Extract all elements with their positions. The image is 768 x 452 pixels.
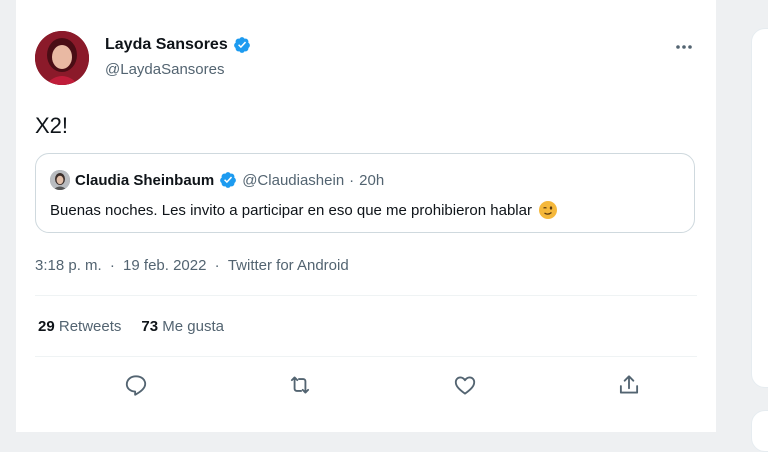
likes-stat[interactable]: 73 Me gusta [141, 318, 224, 335]
retweets-stat[interactable]: 29 Retweets [38, 318, 121, 335]
author-name[interactable]: Layda Sansores [105, 36, 228, 54]
divider [35, 356, 697, 357]
share-icon[interactable] [616, 372, 642, 398]
meta-separator: · [109, 257, 115, 274]
retweets-label: Retweets [58, 318, 122, 335]
tweet-source[interactable]: Twitter for Android [228, 257, 349, 274]
likes-label: Me gusta [162, 318, 224, 335]
tweet-card: Layda Sansores @LaydaSansores X2! Claudi… [16, 0, 716, 432]
quoted-author-name: Claudia Sheinbaum [75, 171, 215, 189]
tweet-text: X2! [35, 113, 69, 138]
retweet-icon[interactable] [287, 372, 313, 398]
like-icon[interactable] [452, 372, 478, 398]
quoted-separator: · [349, 171, 355, 189]
likes-count: 73 [141, 318, 159, 335]
tweet-time[interactable]: 3:18 p. m. [35, 257, 102, 274]
author-name-row[interactable]: Layda Sansores [105, 36, 251, 54]
more-horizontal-icon [676, 45, 692, 49]
quoted-author-avatar [50, 170, 70, 190]
tweet-meta: 3:18 p. m. · 19 feb. 2022 · Twitter for … [35, 257, 349, 274]
quoted-tweet-body: Buenas noches. Les invito a participar e… [50, 200, 558, 220]
quoted-verified-badge-icon [220, 172, 237, 188]
sidebar-panel [751, 28, 768, 388]
quoted-tweet-header: Claudia Sheinbaum @Claudiashein · 20h [50, 170, 384, 190]
quoted-age: 20h [359, 171, 385, 189]
verified-badge-icon [233, 37, 250, 53]
reply-icon[interactable] [123, 372, 149, 398]
divider [35, 295, 697, 296]
tweet-date[interactable]: 19 feb. 2022 [123, 257, 206, 274]
more-options-button[interactable] [674, 36, 694, 57]
tweet-stats: 29 Retweets 73 Me gusta [38, 318, 224, 335]
retweets-count: 29 [38, 318, 55, 335]
quoted-tweet-text: Buenas noches. Les invito a participar e… [50, 201, 532, 219]
author-handle[interactable]: @LaydaSansores [105, 61, 224, 78]
quoted-tweet[interactable]: Claudia Sheinbaum @Claudiashein · 20h Bu… [35, 153, 695, 233]
tweet-actions [35, 364, 697, 408]
author-avatar[interactable] [35, 31, 89, 85]
quoted-author-handle: @Claudiashein [242, 171, 345, 189]
winking-face-emoji-icon [538, 201, 557, 219]
meta-separator-2: · [214, 257, 220, 274]
sidebar-panel-secondary [751, 410, 768, 452]
